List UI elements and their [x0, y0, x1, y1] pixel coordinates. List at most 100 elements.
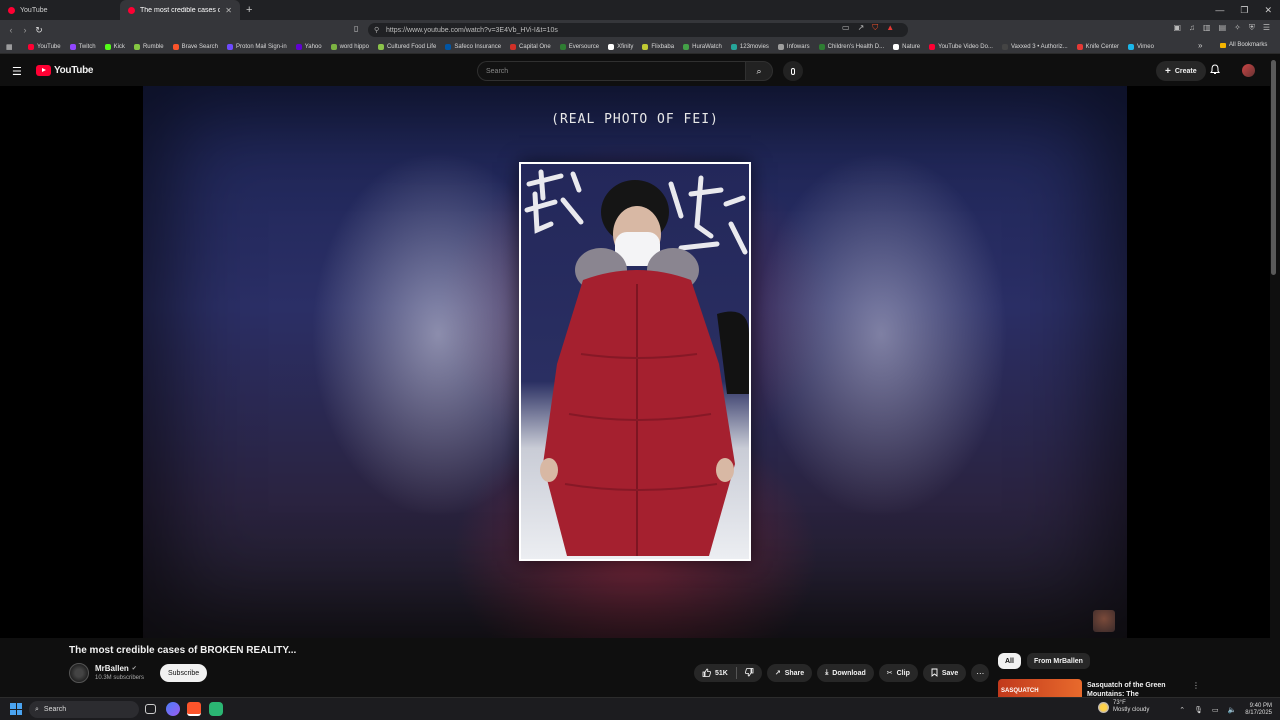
tray-overflow-icon[interactable]: ⌃ [1179, 706, 1185, 714]
browser-tab-video[interactable]: The most credible cases of B ✕ [120, 0, 240, 20]
recommended-title[interactable]: Sasquatch of the Green Mountains: The Ap… [1087, 681, 1187, 698]
more-actions-button[interactable]: ⋯ [971, 664, 990, 682]
bookmark-item[interactable]: Children's Health D... [818, 43, 884, 50]
windows-taskbar: ⌕ Search 73°F Mostly cloudy ⌃ 🎙 ▭ 🔈 9:40… [0, 697, 1280, 720]
notifications-bell-icon[interactable] [1210, 64, 1220, 78]
browser-tab-youtube[interactable]: YouTube [0, 0, 120, 20]
bookmark-item[interactable]: Cultured Food Life [377, 43, 436, 50]
bookmark-item[interactable]: Twitch [69, 43, 96, 50]
bookmark-item[interactable]: Capital One [510, 43, 551, 50]
clip-button[interactable]: ✂ Clip [878, 664, 918, 682]
bookmark-item[interactable]: Yahoo [295, 43, 322, 50]
mic-icon [791, 67, 795, 75]
close-window-icon[interactable]: ✕ [1264, 5, 1272, 16]
apps-grid-icon[interactable]: ▦ [6, 43, 13, 51]
download-button[interactable]: ⤓ Download [817, 664, 874, 682]
bookmark-item[interactable]: 123movies [730, 43, 769, 50]
bookmark-item[interactable]: Knife Center [1076, 43, 1119, 50]
task-view-icon[interactable] [145, 704, 156, 714]
bookmark-item[interactable]: Brave Search [172, 43, 218, 50]
bookmark-favicon-icon [777, 43, 784, 50]
share-button[interactable]: ↗ Share [766, 664, 813, 682]
site-info-icon[interactable]: ⚲ [374, 26, 379, 34]
search-input[interactable]: Search [477, 61, 745, 81]
wallet-icon[interactable]: ▤ [1219, 23, 1227, 33]
screenshot-icon[interactable]: ▣ [1173, 23, 1181, 33]
youtube-logo[interactable]: YouTube [36, 65, 94, 76]
video-player[interactable]: (REAL PHOTO OF FEI) [0, 86, 1270, 638]
channel-name[interactable]: MrBallen ✔ [95, 664, 137, 673]
url-field[interactable]: ⚲ https://www.youtube.com/watch?v=3E4Vb_… [368, 23, 908, 37]
thumbs-up-icon [702, 668, 711, 679]
reload-icon[interactable]: ↻ [32, 25, 46, 36]
windows-start-icon[interactable] [10, 703, 22, 715]
clock-date: 8/17/2025 [1245, 709, 1272, 716]
bookmark-item[interactable]: YouTube [28, 43, 61, 50]
bookmark-item[interactable]: Eversource [559, 43, 600, 50]
bookmark-item[interactable]: Flixbaba [642, 43, 674, 50]
bookmark-item[interactable]: YouTube Video Do... [929, 43, 993, 50]
restore-icon[interactable]: ❐ [1240, 5, 1248, 16]
weather-widget[interactable]: 73°F Mostly cloudy [1098, 700, 1149, 714]
sidebar-icon[interactable]: ▥ [1203, 23, 1211, 33]
chip-from-channel[interactable]: From MrBallen [1026, 653, 1090, 669]
all-bookmarks-button[interactable]: All Bookmarks [1220, 42, 1267, 48]
brave-browser-icon[interactable] [187, 702, 201, 716]
search-placeholder: Search [486, 67, 509, 75]
channel-avatar[interactable] [69, 663, 89, 683]
media-icon[interactable]: ♫ [1189, 23, 1195, 33]
new-tab-button[interactable]: + [240, 4, 258, 16]
account-avatar[interactable] [1242, 64, 1255, 77]
bookmark-item[interactable]: Vaxxed 3 • Authoriz... [1001, 43, 1068, 50]
page-scrollbar[interactable] [1271, 60, 1276, 275]
bookmark-item[interactable]: Vimeo [1128, 43, 1154, 50]
microphone-icon[interactable]: 🎙 [1194, 706, 1203, 714]
app-icon[interactable] [209, 702, 223, 716]
search-button[interactable]: ⌕ [745, 61, 773, 81]
bookmark-item[interactable]: Rumble [133, 43, 164, 50]
like-button[interactable]: 51K [702, 668, 728, 679]
bookmark-icon [931, 668, 938, 679]
brave-shield-icon[interactable]: ⛉ [872, 23, 878, 33]
bookmark-page-icon[interactable]: ▯ [354, 24, 358, 33]
bookmarks-overflow-button[interactable]: » [1198, 41, 1202, 50]
share-page-icon[interactable]: ↗ [858, 23, 865, 33]
bookmark-item[interactable]: Infowars [777, 43, 810, 50]
taskbar-search[interactable]: ⌕ Search [29, 701, 139, 718]
create-button[interactable]: + Create [1156, 61, 1206, 81]
bookmark-item[interactable]: Nature [893, 43, 920, 50]
voice-search-button[interactable] [783, 61, 803, 81]
person-in-red-coat-image [524, 169, 749, 556]
kebab-menu-icon[interactable]: ⋮ [1192, 681, 1198, 690]
dislike-button[interactable] [744, 667, 754, 679]
recommended-thumbnail[interactable]: SASQUATCH [998, 679, 1082, 698]
copilot-icon[interactable] [166, 702, 180, 716]
leo-icon[interactable]: ✧ [1234, 23, 1241, 33]
bookmark-item[interactable]: Safeco Insurance [445, 43, 501, 50]
recommended-video[interactable]: SASQUATCH Sasquatch of the Green Mountai… [998, 679, 1198, 698]
bookmark-item[interactable]: Kick [104, 43, 125, 50]
save-button[interactable]: Save [922, 664, 967, 682]
channel-watermark[interactable] [1093, 610, 1115, 632]
bookmark-item[interactable]: Xfinity [608, 43, 633, 50]
browser-menu-icon[interactable]: ☰ [1263, 23, 1270, 33]
forward-arrow-icon[interactable]: › [18, 25, 32, 35]
chip-all[interactable]: All [998, 653, 1021, 669]
volume-icon[interactable]: 🔈 [1228, 706, 1237, 714]
close-tab-icon[interactable]: ✕ [225, 6, 232, 15]
minimize-icon[interactable]: — [1215, 5, 1224, 15]
tab-label: The most credible cases of B [140, 6, 221, 14]
subscribe-button[interactable]: Subscribe [160, 664, 208, 682]
bookmark-item[interactable]: HuraWatch [683, 43, 722, 50]
bookmark-label: 123movies [739, 43, 769, 50]
vpn-icon[interactable]: ⛨ [1249, 23, 1255, 33]
network-icon[interactable]: ▭ [1212, 706, 1219, 714]
taskbar-clock[interactable]: 9:40 PM 8/17/2025 [1245, 703, 1272, 717]
bookmark-item[interactable]: word hippo [330, 43, 369, 50]
menu-icon[interactable]: ☰ [12, 65, 22, 78]
bookmark-label: Eversource [568, 43, 600, 50]
brave-rewards-icon[interactable]: ▲ [886, 23, 894, 33]
bookmark-item[interactable]: Proton Mail Sign-in [226, 43, 287, 50]
back-arrow-icon[interactable]: ‹ [4, 25, 18, 35]
cast-icon[interactable]: ▭ [842, 23, 850, 33]
